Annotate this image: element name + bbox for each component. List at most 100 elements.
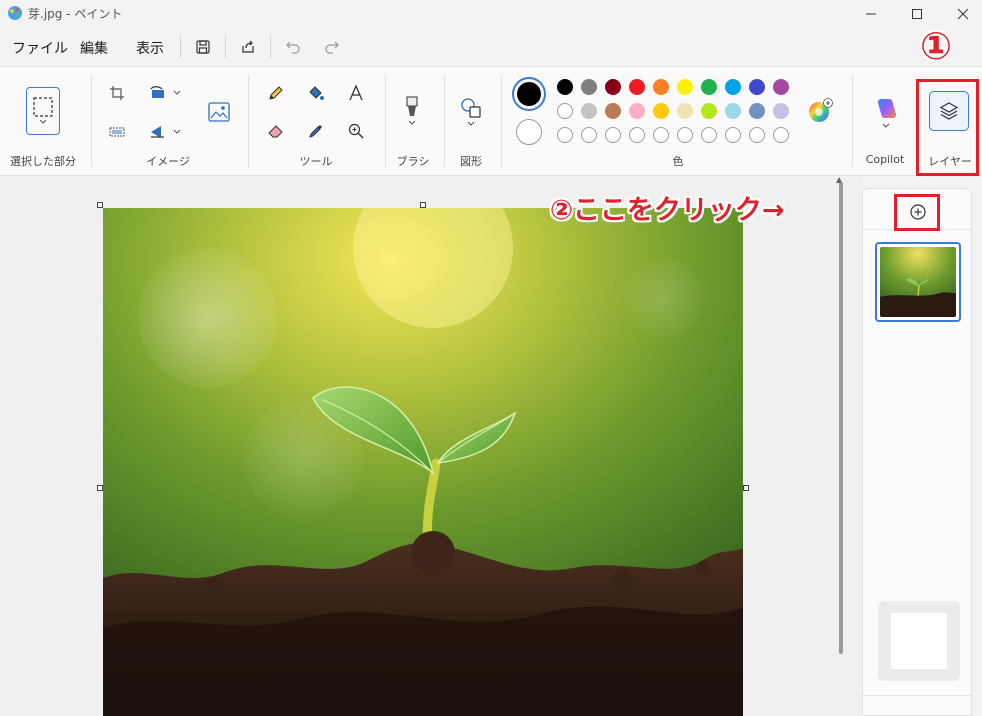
primary-color-swatch — [517, 82, 541, 106]
menu-view[interactable]: 表示 — [136, 38, 164, 58]
vertical-scrollbar[interactable] — [839, 182, 843, 654]
ribbon-separator — [444, 75, 445, 167]
annotation-step1: ① — [920, 24, 953, 68]
menu-separator — [270, 36, 271, 58]
annotation-highlight-layers — [916, 79, 979, 176]
color-swatch[interactable] — [653, 127, 669, 143]
layer-thumbnail-image — [880, 247, 956, 317]
group-label-copilot: Copilot — [865, 153, 905, 166]
color-swatch[interactable] — [725, 79, 741, 95]
color-swatch[interactable] — [605, 103, 621, 119]
canvas-area[interactable]: ▲ — [0, 175, 862, 716]
color-swatch[interactable] — [653, 103, 669, 119]
flip-icon — [151, 126, 181, 138]
background-layer-preview[interactable] — [878, 601, 960, 681]
paint-bucket-icon — [309, 86, 324, 100]
flip-button[interactable] — [146, 121, 186, 143]
share-button[interactable] — [236, 35, 260, 59]
rectangle-select-icon — [33, 97, 53, 117]
panel-divider — [863, 695, 971, 696]
edit-colors-button[interactable] — [806, 97, 834, 125]
color-swatch[interactable] — [677, 127, 693, 143]
shapes-icon — [461, 98, 481, 118]
undo-button[interactable] — [281, 35, 305, 59]
layers-panel — [862, 188, 972, 716]
chevron-down-icon — [408, 120, 416, 125]
resize-button[interactable] — [106, 121, 128, 143]
color-swatch[interactable] — [629, 79, 645, 95]
group-label-brush: ブラシ — [396, 155, 430, 168]
rotate-icon — [150, 86, 181, 98]
eraser-tool[interactable] — [264, 119, 288, 143]
ribbon-separator — [385, 75, 386, 167]
redo-icon — [325, 41, 339, 54]
eyedropper-icon — [309, 125, 322, 138]
pencil-tool[interactable] — [264, 81, 288, 105]
color-swatch[interactable] — [701, 127, 717, 143]
color-swatch[interactable] — [677, 79, 693, 95]
color-swatch[interactable] — [581, 103, 597, 119]
color-swatch[interactable] — [557, 103, 573, 119]
color-swatch[interactable] — [749, 127, 765, 143]
resize-handle[interactable] — [97, 485, 103, 491]
title-bar: 芽.jpg - ペイント — [0, 0, 982, 28]
color-swatch[interactable] — [773, 127, 789, 143]
resize-handle[interactable] — [743, 485, 749, 491]
color-swatch[interactable] — [677, 103, 693, 119]
menu-file[interactable]: ファイル — [12, 38, 68, 58]
primary-color-button[interactable] — [512, 77, 546, 111]
color-swatch[interactable] — [749, 103, 765, 119]
color-swatch[interactable] — [725, 127, 741, 143]
annotation-step2: ②ここをクリック→ — [550, 195, 785, 226]
minimize-icon — [866, 13, 876, 15]
menu-separator — [225, 36, 226, 58]
zoom-icon — [348, 123, 364, 139]
group-label-tools: ツール — [299, 155, 333, 168]
crop-button[interactable] — [106, 82, 128, 104]
text-tool[interactable] — [344, 81, 368, 105]
share-icon — [242, 40, 254, 53]
minimize-button[interactable] — [848, 0, 894, 28]
canvas-image[interactable] — [103, 208, 743, 716]
resize-handle[interactable] — [420, 202, 426, 208]
ribbon-separator — [852, 75, 853, 167]
redo-button[interactable] — [320, 35, 344, 59]
pencil-icon — [269, 86, 283, 100]
color-swatch[interactable] — [773, 103, 789, 119]
color-swatch[interactable] — [725, 103, 741, 119]
save-button[interactable] — [191, 35, 215, 59]
color-swatch[interactable] — [629, 127, 645, 143]
resize-handle[interactable] — [97, 202, 103, 208]
crop-icon — [110, 86, 124, 100]
copilot-button[interactable] — [870, 91, 902, 135]
save-icon — [196, 40, 210, 54]
menu-separator — [180, 36, 181, 58]
selection-tool-button[interactable] — [26, 87, 60, 135]
color-swatch[interactable] — [581, 127, 597, 143]
brush-button[interactable] — [398, 87, 426, 135]
color-swatch[interactable] — [605, 79, 621, 95]
rotate-button[interactable] — [146, 82, 186, 104]
color-swatch[interactable] — [653, 79, 669, 95]
color-swatch[interactable] — [749, 79, 765, 95]
color-swatch[interactable] — [629, 103, 645, 119]
color-swatch[interactable] — [557, 79, 573, 95]
color-swatch[interactable] — [773, 79, 789, 95]
color-swatch[interactable] — [605, 127, 621, 143]
menu-edit[interactable]: 編集 — [80, 38, 108, 58]
color-swatch[interactable] — [701, 79, 717, 95]
color-swatch[interactable] — [581, 79, 597, 95]
secondary-color-button[interactable] — [516, 119, 542, 145]
fill-tool[interactable] — [304, 81, 328, 105]
color-swatch[interactable] — [557, 127, 573, 143]
ribbon-separator — [501, 75, 502, 167]
image-properties-button[interactable] — [204, 97, 234, 127]
window-title: 芽.jpg - ペイント — [28, 7, 123, 21]
color-picker-tool[interactable] — [304, 119, 328, 143]
color-swatch[interactable] — [701, 103, 717, 119]
layer-item[interactable] — [875, 242, 961, 322]
copilot-icon — [877, 99, 897, 118]
magnifier-tool[interactable] — [344, 119, 368, 143]
shapes-button[interactable] — [456, 89, 486, 135]
scroll-up-arrow-icon[interactable]: ▲ — [836, 175, 842, 184]
